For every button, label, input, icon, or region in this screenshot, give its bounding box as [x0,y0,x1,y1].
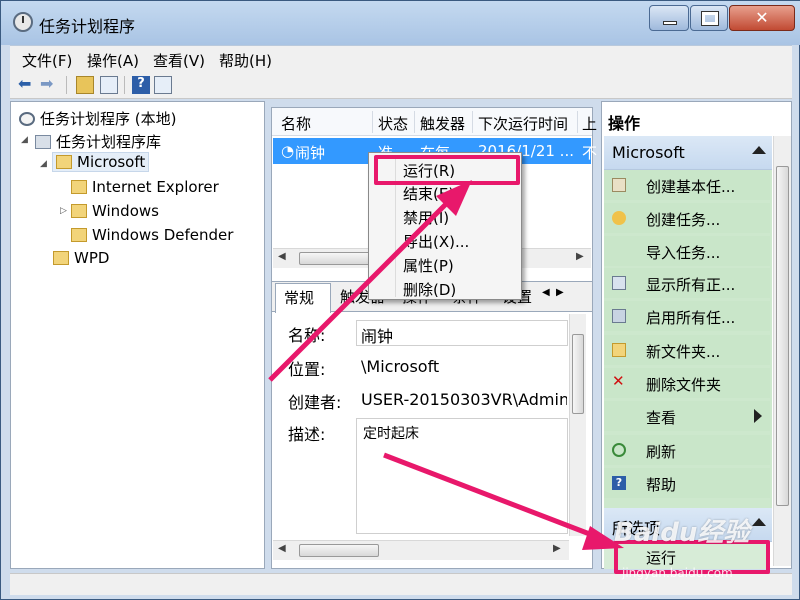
annotation-arrows [268,180,624,550]
watermark-url: jingyan.baidu.com [622,566,733,580]
arrow-line-2 [383,452,601,541]
watermark-logo: Baidu经验 [614,518,750,548]
arrow-line-1 [268,198,452,382]
